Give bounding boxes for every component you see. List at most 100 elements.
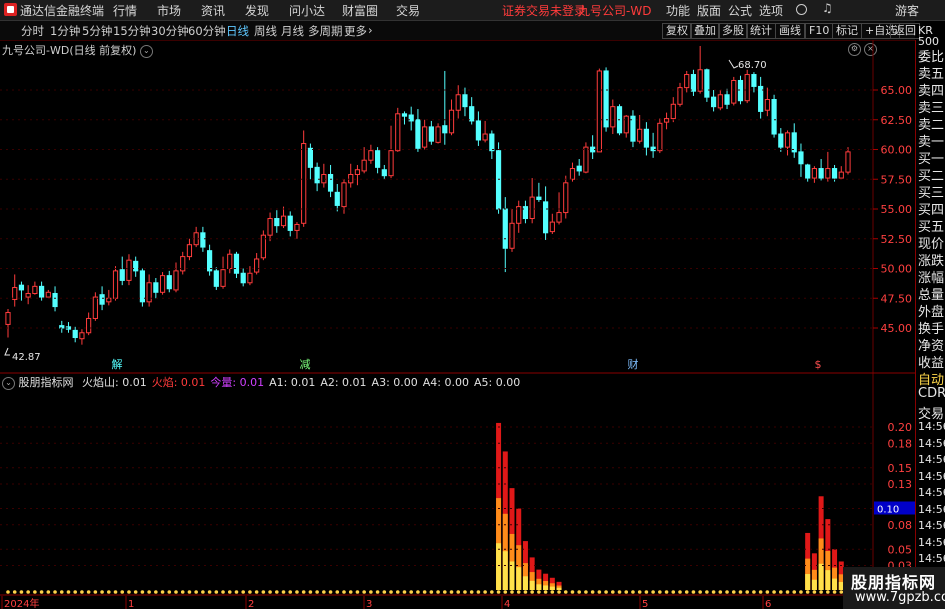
period-15min[interactable]: 15分钟 xyxy=(113,23,151,39)
baseline-dot xyxy=(731,590,736,594)
period-30min[interactable]: 30分钟 xyxy=(151,23,189,39)
panel-item: 14:56 xyxy=(918,535,945,549)
baseline-dot xyxy=(792,590,797,594)
menu-item-caifuquan[interactable]: 财富圈 xyxy=(342,2,378,19)
period-multi[interactable]: 多周期 xyxy=(308,23,343,39)
candle xyxy=(563,175,569,219)
candle xyxy=(428,120,434,145)
baseline-dot xyxy=(443,590,447,594)
watermark-logo: 股朋指标网 www.7gpzb.com xyxy=(843,567,945,609)
baseline-dot xyxy=(369,590,373,594)
back-button[interactable]: 返回 xyxy=(890,23,920,39)
user-icon[interactable] xyxy=(796,4,807,15)
period-monthly[interactable]: 月线 xyxy=(281,23,304,39)
time-tick-label: 5 xyxy=(642,599,648,609)
baseline-dot xyxy=(335,590,340,594)
candle xyxy=(106,289,112,306)
baseline-dot xyxy=(752,590,756,594)
baseline-dot xyxy=(718,590,723,594)
period-more[interactable]: 更多 xyxy=(344,23,367,39)
indicator-tick-label: 0.20 xyxy=(888,421,913,434)
candle xyxy=(596,68,602,153)
candle xyxy=(838,166,844,179)
indicator-name[interactable]: 股朋指标网 xyxy=(19,376,74,389)
f10-button[interactable]: F10 xyxy=(805,23,834,39)
multi-stock-button[interactable]: 多股 xyxy=(718,23,748,39)
panel-item: 14:56 xyxy=(918,469,945,483)
baseline-dot xyxy=(758,590,763,594)
price-chart[interactable]: 65.00 62.50 60.00 57.50 55.00 52.50 50.00 47.50… xyxy=(0,40,915,609)
mark-button[interactable]: 标记 xyxy=(832,23,862,39)
menu-item-gongneng[interactable]: 功能 xyxy=(666,2,690,19)
candle xyxy=(254,253,260,275)
candle xyxy=(610,99,616,135)
period-60min[interactable]: 60分钟 xyxy=(188,23,226,39)
flame-bar-core xyxy=(543,585,549,590)
candle xyxy=(180,251,186,275)
candle xyxy=(375,147,381,174)
baseline-dot xyxy=(812,590,817,594)
quote-panel: KR 500 委比 卖五 卖四 卖三 卖二 卖一 买一 买二 买三 买四 买五 现价 涨跌 涨幅 总量 外盘 换手净… xyxy=(915,24,945,609)
baseline-dot xyxy=(516,590,521,594)
baseline-dot xyxy=(227,590,232,594)
candle xyxy=(603,67,609,132)
baseline-dot xyxy=(268,590,272,594)
candle xyxy=(623,114,629,138)
baseline-dot xyxy=(456,590,461,594)
bell-icon[interactable]: ♫ xyxy=(822,1,833,15)
candle xyxy=(811,166,817,183)
baseline-dot xyxy=(483,590,487,594)
menu-item-shichang[interactable]: 市场 xyxy=(157,2,181,19)
period-1min[interactable]: 1分钟 xyxy=(50,23,80,39)
stats-button[interactable]: 统计 xyxy=(746,23,776,39)
candle xyxy=(274,210,280,233)
baseline-dot xyxy=(39,590,44,594)
candle xyxy=(395,107,401,152)
indicator-chevron-icon[interactable]: ⌄ xyxy=(2,376,15,390)
candle xyxy=(388,125,394,179)
trade-login-status[interactable]: 证券交易未登录 xyxy=(502,2,586,19)
fuquan-button[interactable]: 复权 xyxy=(662,23,692,39)
candle xyxy=(45,289,51,298)
baseline-dot xyxy=(590,590,595,594)
menu-item-zixun[interactable]: 资讯 xyxy=(201,2,225,19)
baseline-dot xyxy=(241,590,245,594)
period-fenshi[interactable]: 分时 xyxy=(21,23,44,39)
baseline-dot xyxy=(133,590,138,594)
baseline-dot xyxy=(46,590,51,594)
flame-bar-core xyxy=(529,580,535,590)
draw-line-button[interactable]: 画线 xyxy=(775,23,805,39)
baseline-dot xyxy=(496,590,501,594)
baseline-dot xyxy=(80,590,84,594)
candle xyxy=(502,197,508,273)
baseline-dot xyxy=(281,590,286,594)
baseline-dot xyxy=(550,590,555,594)
flame-bar-core xyxy=(811,579,817,590)
baseline-dot xyxy=(684,590,689,594)
menu-item-wenxiaoda[interactable]: 问小达 xyxy=(289,2,325,19)
menu-item-jiaoyi[interactable]: 交易 xyxy=(396,2,420,19)
period-weekly[interactable]: 周线 xyxy=(254,23,277,39)
menu-item-faxian[interactable]: 发现 xyxy=(245,2,269,19)
candle xyxy=(798,143,804,177)
candle xyxy=(59,320,65,333)
baseline-dot xyxy=(382,590,387,594)
menu-item-hangqing[interactable]: 行情 xyxy=(113,2,137,19)
menu-item-gongshi[interactable]: 公式 xyxy=(728,2,752,19)
period-daily[interactable]: 日线 xyxy=(226,23,249,39)
overlay-button[interactable]: 叠加 xyxy=(690,23,720,39)
menu-item-xuanxiang[interactable]: 选项 xyxy=(759,2,783,19)
chevron-right-icon[interactable]: › xyxy=(368,23,373,37)
candle xyxy=(287,211,293,237)
time-tick-label: 3 xyxy=(366,599,372,609)
candlestick-series xyxy=(4,45,851,356)
flame-bar-core xyxy=(832,578,838,590)
baseline-dot xyxy=(711,590,716,594)
period-5min[interactable]: 5分钟 xyxy=(82,23,112,39)
indicator-value: A2: 0.01 xyxy=(320,376,367,389)
menu-item-banmian[interactable]: 版面 xyxy=(697,2,721,19)
baseline-dot xyxy=(174,590,178,594)
candle xyxy=(133,256,139,277)
user-name[interactable]: 游客 xyxy=(895,2,919,19)
indicator-tick-label: 0.05 xyxy=(888,543,913,556)
